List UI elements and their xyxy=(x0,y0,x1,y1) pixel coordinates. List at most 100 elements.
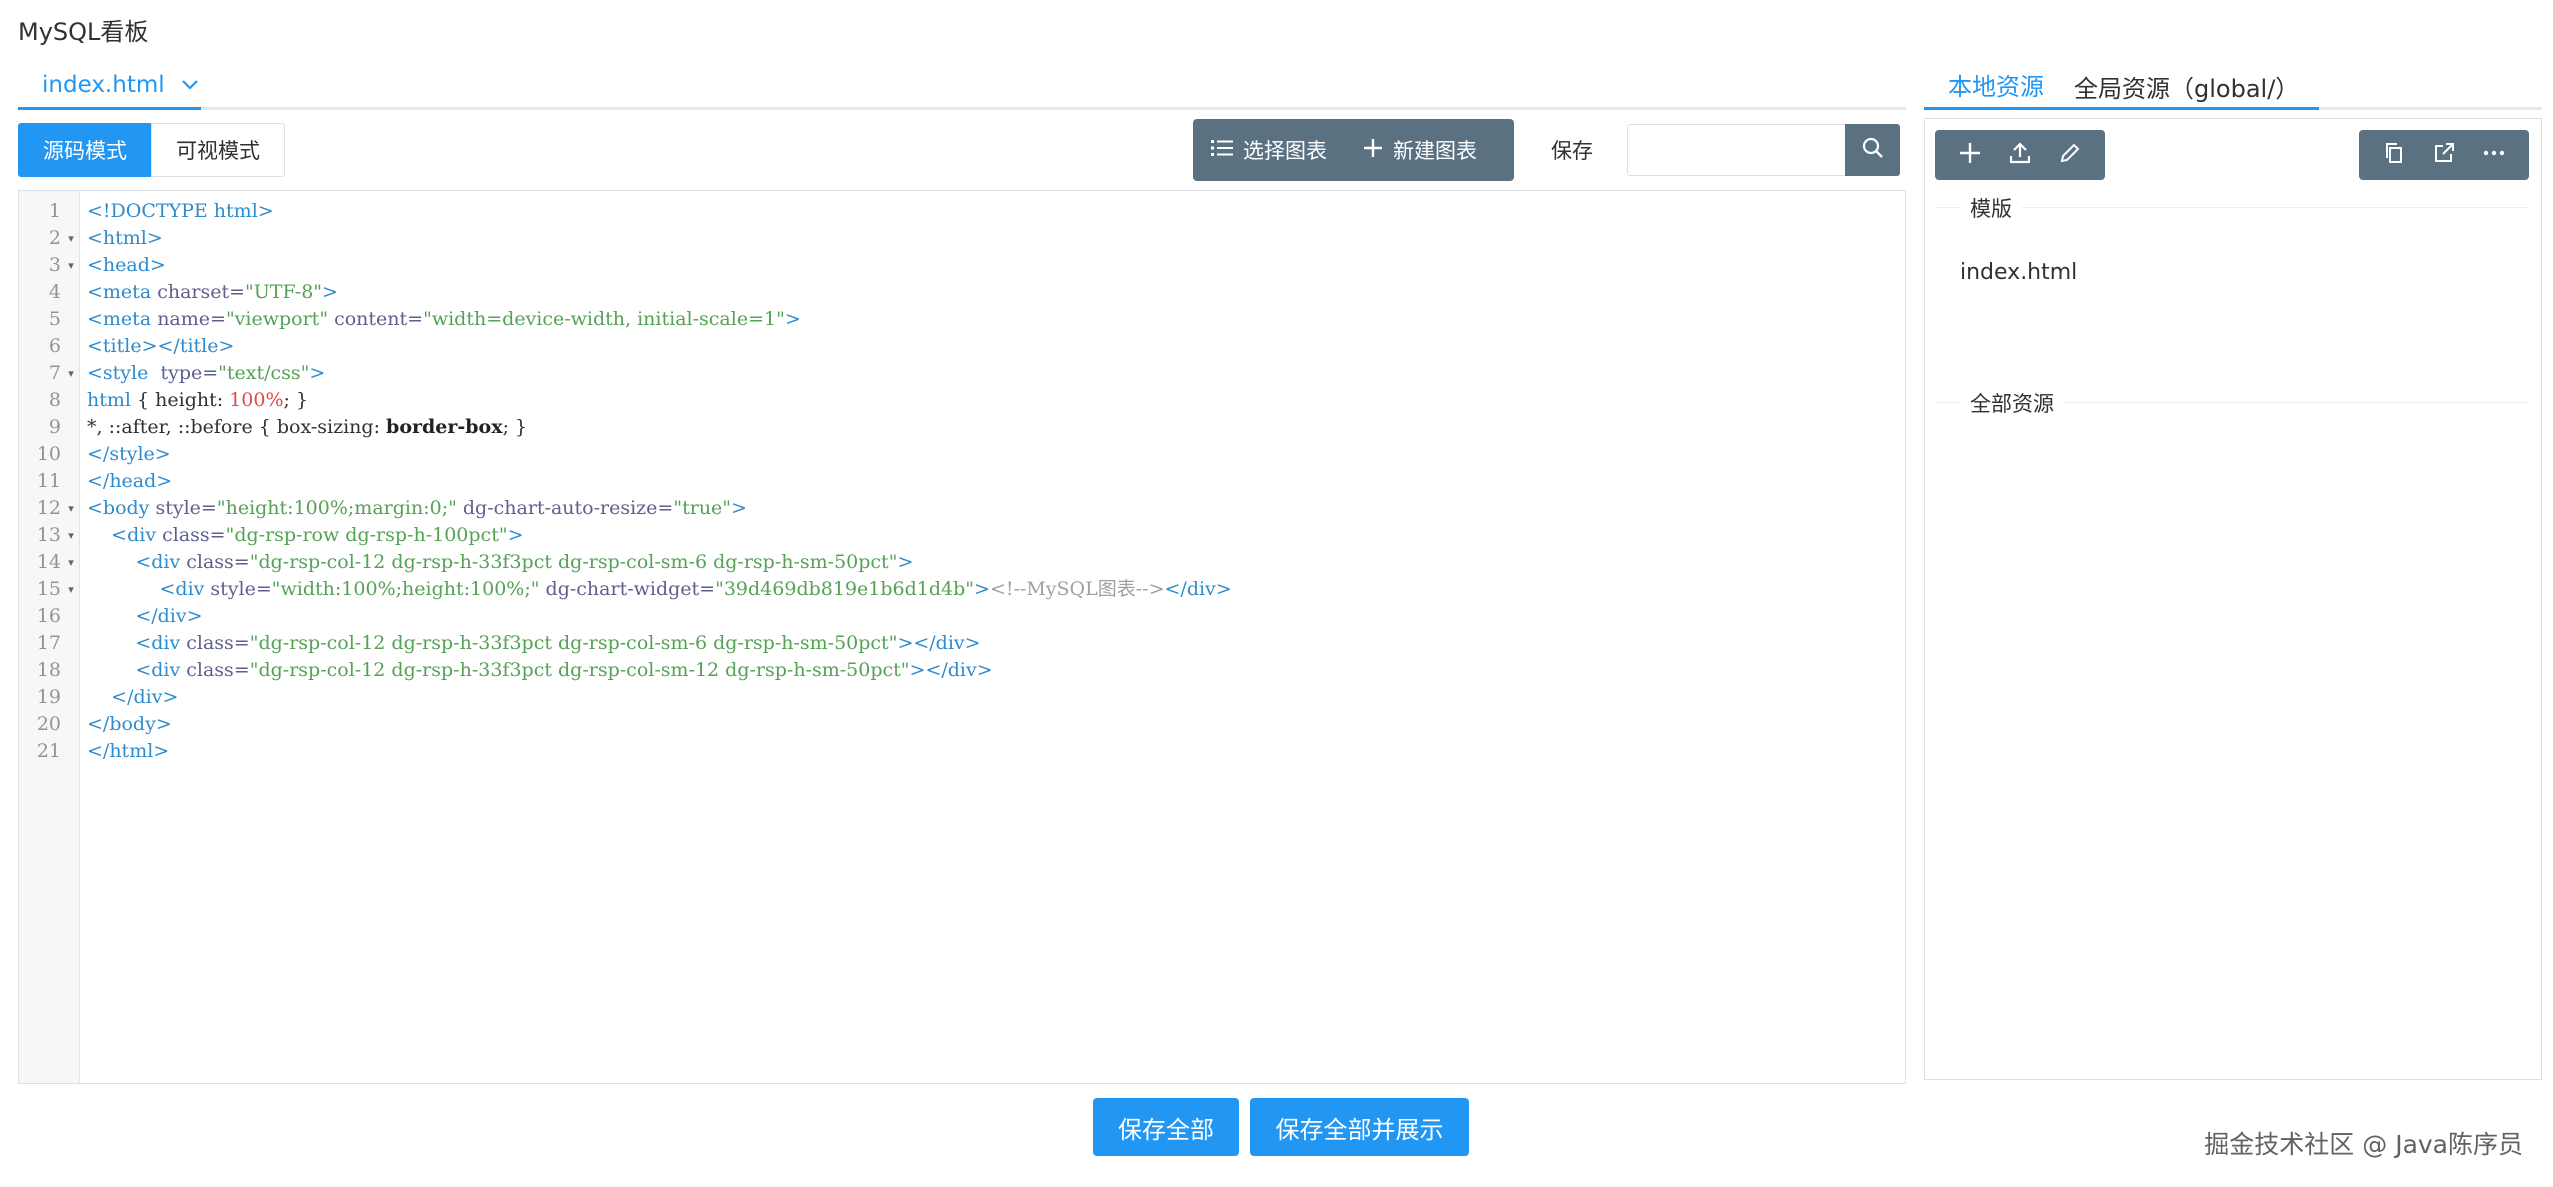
line-number: 1 xyxy=(48,200,61,222)
code-text: <meta name="viewport" content="width=dev… xyxy=(87,306,801,333)
code-token: { height: xyxy=(137,389,230,411)
fold-toggle-icon[interactable]: ▾ xyxy=(65,522,77,549)
more-button[interactable] xyxy=(2474,135,2514,175)
code-token: </div> xyxy=(111,686,179,708)
visual-mode-button[interactable]: 可视模式 xyxy=(151,123,285,177)
new-chart-button[interactable]: 新建图表 xyxy=(1345,119,1495,181)
source-mode-button[interactable]: 源码模式 xyxy=(18,123,152,177)
search-button[interactable] xyxy=(1845,124,1900,176)
code-token: <div xyxy=(159,578,211,600)
code-token: class= xyxy=(162,524,226,546)
fold-toggle-icon[interactable]: ▾ xyxy=(65,360,77,387)
code-token: <meta xyxy=(87,308,158,330)
code-token: <head> xyxy=(87,254,166,276)
code-text: <title></title> xyxy=(87,333,234,360)
code-token: ></div> xyxy=(897,632,981,654)
code-text: </style> xyxy=(87,441,171,468)
code-token: dg-chart-widget= xyxy=(545,578,716,600)
line-number: 9 xyxy=(48,416,61,438)
code-text: <div class="dg-rsp-col-12 dg-rsp-h-33f3p… xyxy=(87,549,913,576)
code-token: "UTF-8" xyxy=(245,281,323,303)
list-icon xyxy=(1211,138,1243,162)
code-text: <div class="dg-rsp-col-12 dg-rsp-h-33f3p… xyxy=(87,630,981,657)
code-token: "dg-rsp-row dg-rsp-h-100pct" xyxy=(225,524,508,546)
fold-toggle-icon[interactable]: ▾ xyxy=(65,576,77,603)
code-token: <div xyxy=(135,551,187,573)
line-number: 4 xyxy=(48,281,61,303)
fold-toggle-icon[interactable]: ▾ xyxy=(65,495,77,522)
upload-resource-button[interactable] xyxy=(2000,135,2040,175)
save-link[interactable]: 保存 xyxy=(1551,135,1593,165)
resource-tabs: 本地资源 全局资源（global/） xyxy=(1924,62,2542,110)
edit-resource-button[interactable] xyxy=(2050,135,2090,175)
more-icon xyxy=(2482,141,2506,169)
code-token: "width:100%;height:100%;" xyxy=(271,578,546,600)
code-token: <div xyxy=(111,524,163,546)
code-text: <meta charset="UTF-8"> xyxy=(87,279,338,306)
plus-icon xyxy=(1958,141,1982,169)
fold-toggle-icon[interactable]: ▾ xyxy=(65,549,77,576)
code-token: dg-chart-auto-resize= xyxy=(462,497,674,519)
code-token: class= xyxy=(186,632,250,654)
save-all-button[interactable]: 保存全部 xyxy=(1093,1098,1239,1156)
select-chart-button[interactable]: 选择图表 xyxy=(1193,119,1345,181)
code-token: > xyxy=(309,362,326,384)
code-token: > xyxy=(731,497,747,519)
code-token: ; } xyxy=(502,416,528,438)
fold-toggle-icon[interactable]: ▾ xyxy=(65,225,77,252)
code-text: </div> xyxy=(87,603,202,630)
tab-global-resources[interactable]: 全局资源（global/） xyxy=(2074,62,2299,110)
template-item-index[interactable]: index.html xyxy=(1960,260,2077,285)
code-token: } xyxy=(289,389,309,411)
code-token: > xyxy=(974,578,990,600)
chevron-down-icon[interactable] xyxy=(181,76,199,94)
code-text: <div style="width:100%;height:100%;" dg-… xyxy=(87,576,1232,603)
line-number: 18 xyxy=(36,659,61,681)
code-token: style= xyxy=(210,578,272,600)
code-token: </div> xyxy=(1164,578,1232,600)
code-token: </style> xyxy=(87,443,171,465)
file-tab-index[interactable]: index.html xyxy=(18,62,201,110)
line-number: 15 xyxy=(36,578,61,600)
copy-icon xyxy=(2382,141,2406,169)
code-token: </html> xyxy=(87,740,170,762)
code-text: <div class="dg-rsp-col-12 dg-rsp-h-33f3p… xyxy=(87,657,992,684)
save-all-and-show-button[interactable]: 保存全部并展示 xyxy=(1250,1098,1469,1156)
code-text: </body> xyxy=(87,711,172,738)
code-editor[interactable]: 1 <!DOCTYPE html> 2 ▾ <html> 3 ▾ <head> 4 <meta c… xyxy=(18,190,1906,1084)
open-external-button[interactable] xyxy=(2424,135,2464,175)
chart-button-group: 选择图表 新建图表 xyxy=(1193,119,1514,181)
code-text: </head> xyxy=(87,468,172,495)
code-token: > xyxy=(322,281,338,303)
line-number: 17 xyxy=(36,632,61,654)
code-token: content= xyxy=(334,308,424,330)
code-token: > xyxy=(897,551,914,573)
tab-global-label: 全局资源（global/） xyxy=(2074,74,2300,103)
code-token: border-box xyxy=(386,416,503,438)
file-tab-bar: index.html xyxy=(18,62,1906,110)
code-token: html xyxy=(87,389,138,411)
code-token: class= xyxy=(186,551,250,573)
select-chart-label: 选择图表 xyxy=(1243,139,1327,163)
add-resource-button[interactable] xyxy=(1950,135,1990,175)
code-text: *, ::after, ::before { box-sizing: borde… xyxy=(87,414,527,441)
code-text: <head> xyxy=(87,252,166,279)
code-token: </head> xyxy=(87,470,173,492)
code-token: <meta xyxy=(87,281,158,303)
code-token: <body xyxy=(87,497,156,519)
line-number: 19 xyxy=(36,686,61,708)
fold-toggle-icon[interactable]: ▾ xyxy=(65,252,77,279)
line-number: 21 xyxy=(36,740,61,762)
code-token: <title></title> xyxy=(87,335,235,357)
copy-resource-button[interactable] xyxy=(2374,135,2414,175)
code-text: <!DOCTYPE html> xyxy=(87,198,274,225)
search-input[interactable] xyxy=(1627,124,1845,176)
code-token: "dg-rsp-col-12 dg-rsp-h-33f3pct dg-rsp-c… xyxy=(249,551,898,573)
code-token: type= xyxy=(160,362,219,384)
file-tab-label: index.html xyxy=(42,71,165,98)
